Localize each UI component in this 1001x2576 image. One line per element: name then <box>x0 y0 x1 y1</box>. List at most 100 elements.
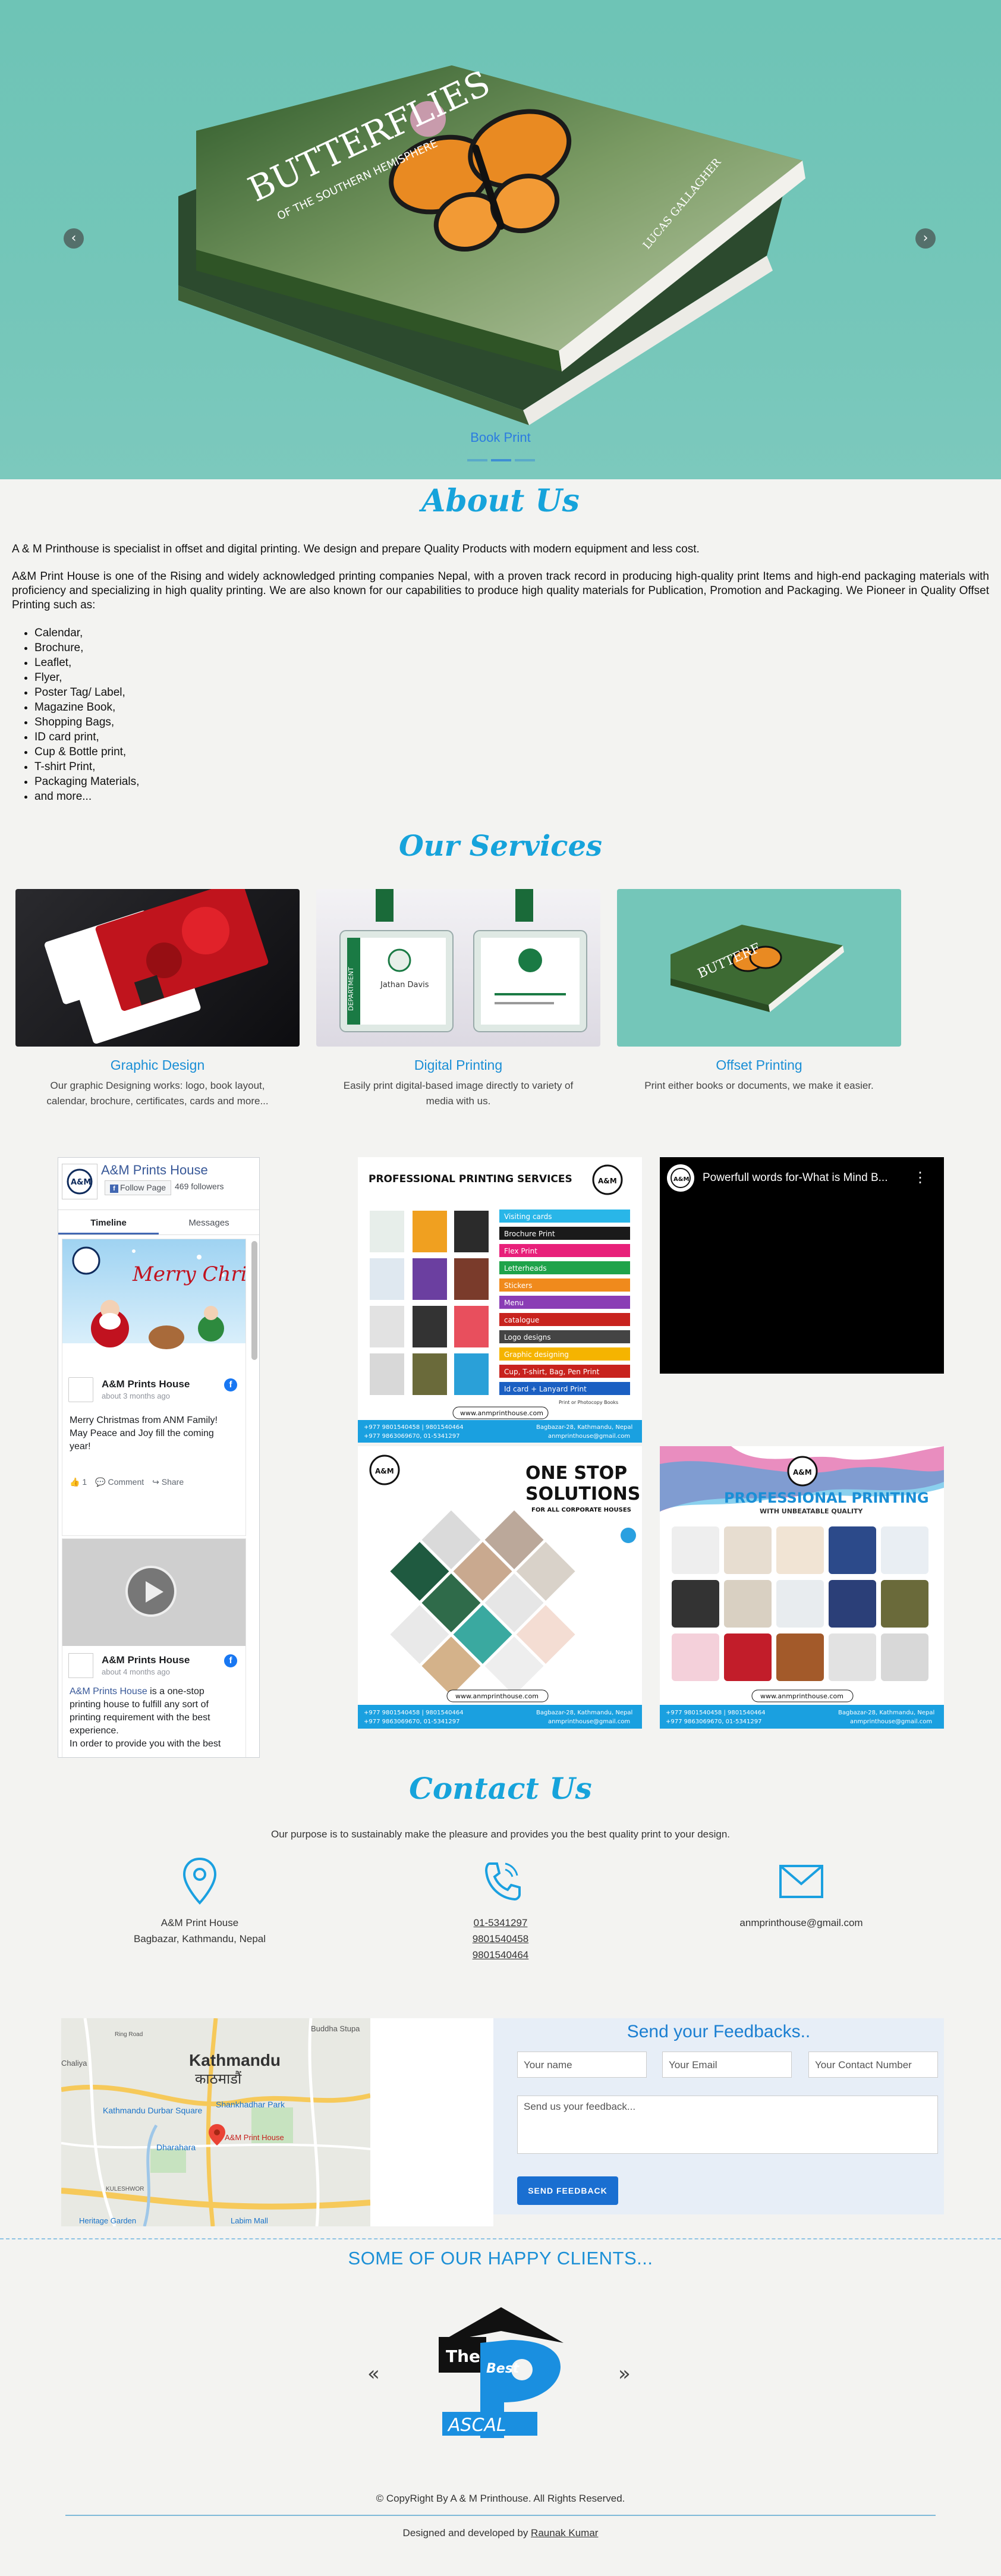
about-list-item: T-shirt Print, <box>34 759 989 774</box>
about-list-item: Poster Tag/ Label, <box>34 685 989 700</box>
service-label: Flex Print <box>504 1247 537 1255</box>
service-label: Id card + Lanyard Print <box>504 1385 587 1393</box>
phone-link[interactable]: 9801540464 <box>399 1947 602 1963</box>
designed-by: Designed and developed by Raunak Kumar <box>0 2527 1001 2539</box>
fb-post-avatar[interactable] <box>68 1377 93 1402</box>
fb-follow-button[interactable]: f Follow Page <box>105 1180 172 1195</box>
poster-address: Bagbazar-28, Kathmandu, Nepal <box>536 1710 632 1716</box>
map-label: Kathmandu Durbar Square <box>103 2106 203 2115</box>
poster1-note: Print or Photocopy Books <box>559 1400 618 1405</box>
fb-page-name[interactable]: A&M Prints House <box>101 1163 208 1178</box>
about-list-item: Calendar, <box>34 626 989 640</box>
email-text[interactable]: anmprinthouse@gmail.com <box>700 1915 902 1931</box>
service-label: Stickers <box>504 1281 532 1290</box>
phone-link[interactable]: 9801540458 <box>399 1931 602 1947</box>
fb-page-link[interactable]: A&M Prints House <box>70 1686 147 1697</box>
fb-followers: 469 followers <box>175 1182 224 1191</box>
poster-professional-printing[interactable]: A&M PROFESSIONAL PRINTING WITH UNBEATABL… <box>660 1446 944 1729</box>
comment-button[interactable]: 💬 Comment <box>95 1477 144 1487</box>
phone-link[interactable]: 01-5341297 <box>399 1915 602 1931</box>
chevron-left-icon[interactable]: ‹ <box>64 228 84 249</box>
poster-address: Bagbazar-28, Kathmandu, Nepal <box>838 1710 934 1716</box>
slide-indicators <box>467 459 535 461</box>
offset-printing-image: BUTTERF <box>617 889 901 1047</box>
map-label: Heritage Garden <box>79 2216 136 2225</box>
poster-phone1: +977 9801540458 | 9801540464 <box>364 1424 464 1431</box>
fb-post-time[interactable]: about 4 months ago <box>102 1667 170 1676</box>
poster3-sub: WITH UNBEATABLE QUALITY <box>760 1507 863 1515</box>
channel-avatar[interactable]: A&M <box>667 1164 694 1192</box>
facebook-icon: f <box>110 1185 118 1193</box>
fb-post-avatar[interactable] <box>68 1653 93 1678</box>
poster-printing-services[interactable]: PROFESSIONAL PRINTING SERVICES A&M Visit… <box>358 1157 642 1443</box>
footer-divider <box>65 2515 936 2516</box>
map-label: Shankhadhar Park <box>216 2100 285 2109</box>
fb-post-image[interactable]: Merry Christmas <box>62 1239 259 1370</box>
fb-post: A&M Prints House about 4 months ago f A&… <box>62 1538 246 1757</box>
clients-title: SOME OF OUR HAPPY CLIENTS... <box>348 2248 653 2269</box>
poster-phone2: +977 9863069670, 01-5341297 <box>364 1719 460 1725</box>
chevron-right-icon[interactable]: » <box>618 2362 631 2386</box>
poster2-heading2: SOLUTIONS <box>525 1484 640 1504</box>
fb-scrollbar[interactable] <box>251 1241 257 1360</box>
email-input[interactable]: Your Email <box>662 2052 792 2078</box>
poster-email: anmprinthouse@gmail.com <box>548 1433 630 1440</box>
poster-address: Bagbazar-28, Kathmandu, Nepal <box>536 1424 632 1431</box>
contact-number-input[interactable]: Your Contact Number <box>808 2052 938 2078</box>
poster2-sub: FOR ALL CORPORATE HOUSES <box>531 1507 631 1513</box>
feedback-textarea[interactable]: Send us your feedback... <box>517 2096 938 2154</box>
poster-one-stop-solutions[interactable]: A&M ONE STOP SOLUTIONS FOR ALL CORPORATE… <box>358 1446 642 1729</box>
client-logo[interactable]: The Best ASCAL <box>433 2307 569 2444</box>
client-logo-best: Best <box>486 2361 520 2376</box>
client-logo-name: ASCAL <box>447 2415 506 2436</box>
service-title[interactable]: Offset Printing <box>617 1057 901 1073</box>
service-title[interactable]: Graphic Design <box>15 1057 300 1073</box>
chevron-right-icon[interactable]: › <box>915 228 936 249</box>
about-title: About Us <box>421 483 580 519</box>
about-list-item: Cup & Bottle print, <box>34 744 989 759</box>
slide-dot[interactable] <box>515 459 535 461</box>
facebook-icon[interactable]: f <box>224 1654 237 1667</box>
service-label: Cup, T-shirt, Bag, Pen Print <box>504 1368 600 1376</box>
map-marker-label: A&M Print House <box>225 2133 284 2142</box>
name-input[interactable]: Your name <box>517 2052 647 2078</box>
logo-text: A&M <box>71 1178 91 1187</box>
play-icon[interactable] <box>125 1566 177 1617</box>
hero-slider: BUTTERFLIES OF THE SOUTHERN HEMISPHERE L… <box>0 0 1001 479</box>
fb-page-logo[interactable]: A&M <box>62 1164 97 1199</box>
about-section: A & M Printhouse is specialist in offset… <box>12 542 989 804</box>
map-label: Buddha Stupa <box>311 2024 360 2033</box>
map-side-panel <box>370 2018 493 2226</box>
facebook-icon[interactable]: f <box>224 1378 237 1391</box>
fb-post-time[interactable]: about 3 months ago <box>102 1391 170 1400</box>
send-feedback-button[interactable]: SEND FEEDBACK <box>517 2176 618 2205</box>
fb-post-more: In order to provide you with the best <box>70 1739 221 1749</box>
fb-post-author[interactable]: A&M Prints House <box>102 1654 190 1666</box>
fb-post-author[interactable]: A&M Prints House <box>102 1378 190 1390</box>
chevron-left-icon[interactable]: « <box>367 2362 380 2386</box>
slide-dot-active[interactable] <box>491 459 511 461</box>
tab-messages[interactable]: Messages <box>159 1211 259 1234</box>
google-map[interactable]: Kathmandu काठमाडौं Kathmandu Durbar Squa… <box>61 2018 370 2226</box>
christmas-text: Merry Christmas <box>132 1262 245 1286</box>
like-button[interactable]: 👍 1 <box>70 1477 87 1487</box>
facebook-page-widget[interactable]: A&M A&M Prints House f Follow Page 469 fo… <box>58 1157 260 1758</box>
tab-timeline[interactable]: Timeline <box>58 1211 159 1234</box>
video-title[interactable]: Powerfull words for-What is Mind B... <box>703 1171 887 1185</box>
like-count: 1 <box>82 1477 87 1487</box>
youtube-video-embed[interactable]: A&M Powerfull words for-What is Mind B..… <box>660 1157 944 1374</box>
share-button[interactable]: ↪ Share <box>152 1477 184 1487</box>
poster-email: anmprinthouse@gmail.com <box>548 1719 630 1725</box>
card-dept: DEPARTMENT <box>347 967 355 1011</box>
poster3-heading: PROFESSIONAL PRINTING <box>724 1490 929 1506</box>
slide-dot[interactable] <box>467 459 487 461</box>
fb-video-thumbnail[interactable] <box>62 1539 245 1646</box>
designer-link[interactable]: Raunak Kumar <box>531 2527 598 2539</box>
fb-post: Merry Christmas A&M Prints House about 3… <box>62 1239 259 1536</box>
comment-icon: 💬 <box>95 1477 106 1487</box>
poster-email: anmprinthouse@gmail.com <box>850 1719 932 1725</box>
more-vert-icon[interactable]: ⋮ <box>913 1169 927 1186</box>
share-icon: ↪ <box>152 1477 159 1487</box>
poster-phone1: +977 9801540458 | 9801540464 <box>666 1710 766 1716</box>
service-title[interactable]: Digital Printing <box>316 1057 600 1073</box>
